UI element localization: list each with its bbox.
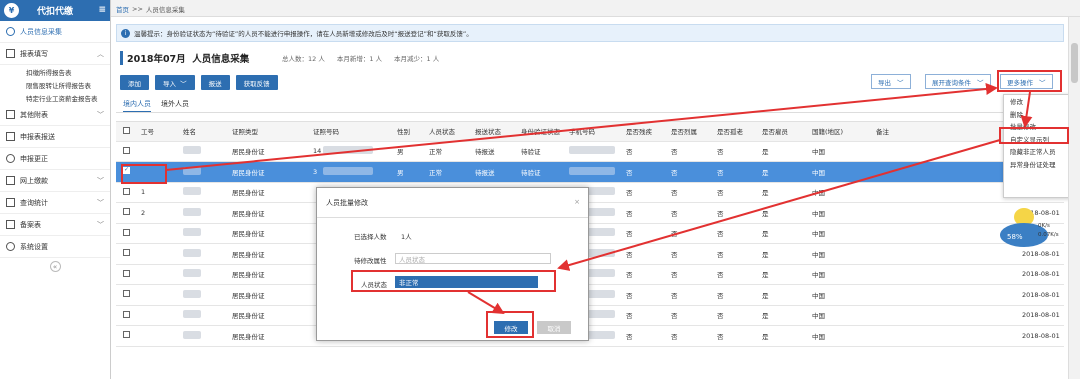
- arrow-line: [165, 83, 998, 171]
- arrow-line: [467, 291, 505, 315]
- arrow-line: [1020, 91, 1033, 128]
- arrow-line: [557, 139, 1001, 271]
- annotation-arrows: [165, 83, 1033, 315]
